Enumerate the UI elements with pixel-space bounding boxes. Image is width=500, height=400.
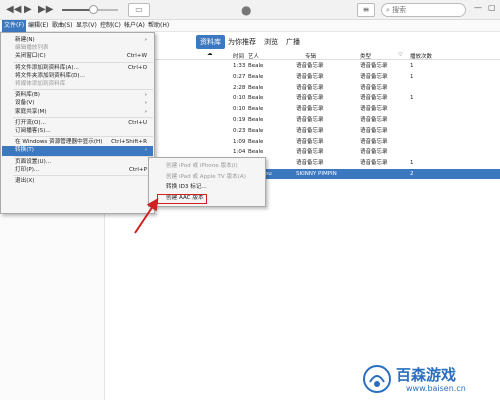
arrow-line: [134, 198, 159, 234]
itunes-window: ◀◀ ▶ ▶▶ ▭ ● ≡ ⌕ — ▢ 文件(F) 编辑(E) 歌曲(S) 显示…: [0, 0, 500, 400]
watermark-brand: 百森游戏: [396, 366, 457, 384]
watermark: 百森游戏 www.baisen.cn: [360, 362, 500, 400]
watermark-logo-icon: [363, 365, 391, 393]
annotation-arrow: [134, 198, 159, 234]
watermark-url: www.baisen.cn: [406, 384, 466, 393]
